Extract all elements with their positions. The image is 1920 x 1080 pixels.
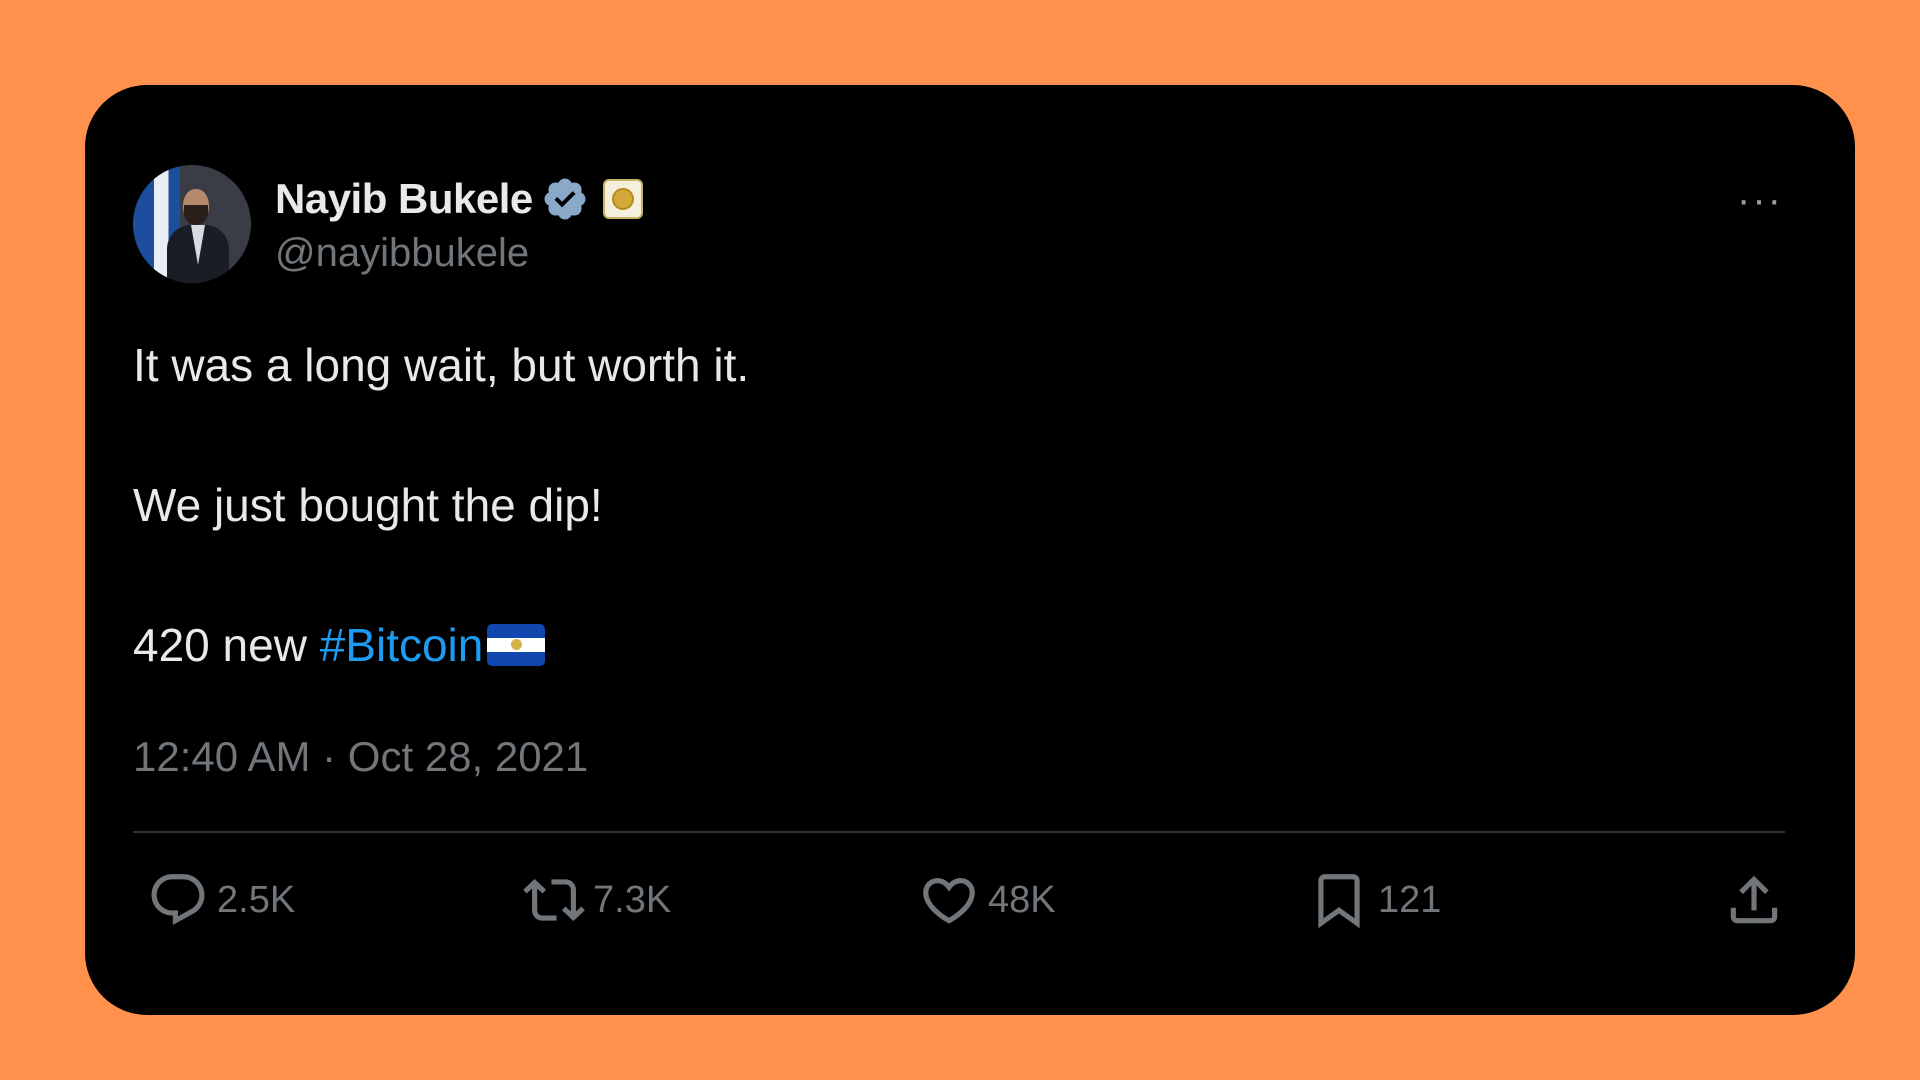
repost-count: 7.3K <box>593 878 672 921</box>
tweet-line-3: 420 new #Bitcoin <box>133 617 749 673</box>
author-handle[interactable]: @nayibbukele <box>275 231 529 276</box>
action-bar: 2.5K 7.3K 48K 121 <box>133 865 1785 935</box>
tweet-card: Nayib Bukele @nayibbukele ··· It was a l… <box>85 85 1855 1015</box>
tweet-body: It was a long wait, but worth it. We jus… <box>133 337 749 673</box>
reply-icon <box>151 874 205 926</box>
share-button[interactable] <box>1723 865 1785 935</box>
avatar-beard <box>184 205 208 225</box>
reply-count: 2.5K <box>217 878 296 921</box>
el-salvador-flag-icon <box>487 624 546 666</box>
tweet-timestamp[interactable]: 12:40 AM · Oct 28, 2021 <box>133 733 588 781</box>
repost-button[interactable]: 7.3K <box>523 865 671 935</box>
like-count: 48K <box>988 878 1056 921</box>
tweet-line-1: It was a long wait, but worth it. <box>133 339 750 391</box>
author-name-row: Nayib Bukele <box>275 171 643 227</box>
bookmark-count: 121 <box>1378 878 1442 921</box>
more-options-icon[interactable]: ··· <box>1737 180 1783 220</box>
government-seal-icon[interactable] <box>602 179 643 219</box>
bookmark-button[interactable]: 121 <box>1308 865 1441 935</box>
tweet-line-2: We just bought the dip! <box>133 479 603 531</box>
reply-button[interactable]: 2.5K <box>147 865 295 935</box>
repost-icon <box>523 879 585 921</box>
heart-icon <box>923 878 975 924</box>
bookmark-icon <box>1318 874 1360 929</box>
tweet-line-3-text: 420 new <box>133 619 320 671</box>
share-icon <box>1730 875 1778 924</box>
avatar[interactable] <box>133 165 251 283</box>
verified-badge-icon[interactable] <box>541 175 589 223</box>
hashtag-link[interactable]: #Bitcoin <box>320 617 484 673</box>
author-name[interactable]: Nayib Bukele <box>275 175 533 223</box>
like-button[interactable]: 48K <box>918 865 1056 935</box>
divider <box>133 831 1785 833</box>
